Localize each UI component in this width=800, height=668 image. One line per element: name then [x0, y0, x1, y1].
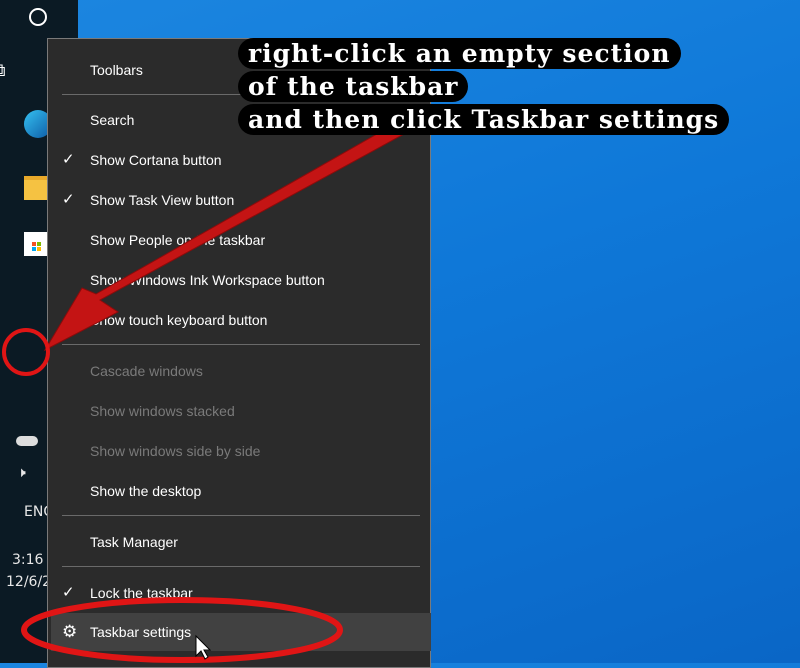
- red-circle-highlight: [2, 328, 50, 376]
- instruction-annotation: right-click an empty section of the task…: [238, 38, 730, 137]
- mouse-cursor-icon: [195, 634, 212, 660]
- annotation-line: and then click Taskbar settings: [238, 104, 730, 135]
- red-arrow: [43, 117, 416, 352]
- annotation-line: of the taskbar: [238, 71, 469, 102]
- annotation-line: right-click an empty section: [238, 38, 681, 69]
- red-ellipse-highlight: [21, 597, 343, 663]
